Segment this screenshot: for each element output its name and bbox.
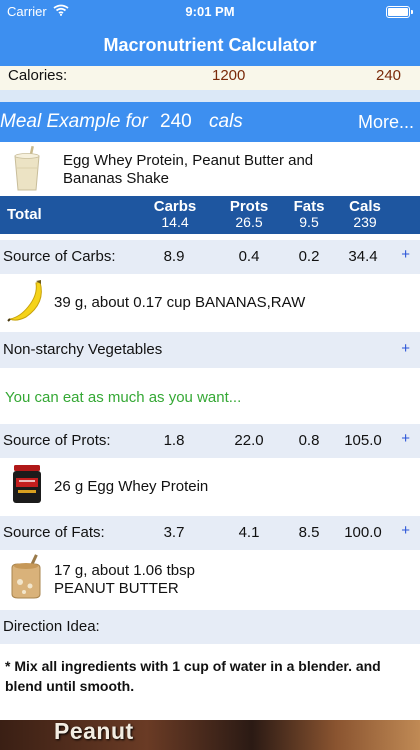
spacer bbox=[0, 368, 420, 380]
vegetables-row[interactable]: Non-starchy Vegetables + bbox=[0, 332, 420, 368]
direction-label-row: Direction Idea: bbox=[0, 610, 420, 644]
fats-food-line1: 17 g, about 1.06 tbsp bbox=[54, 562, 195, 579]
peanut-butter-jar-icon bbox=[8, 554, 44, 604]
more-button[interactable]: More... bbox=[358, 112, 414, 133]
fats-total: Fats 9.5 bbox=[279, 199, 339, 230]
calories-label: Calories: bbox=[8, 67, 68, 84]
fats-food-item[interactable]: 17 g, about 1.06 tbsp PEANUT BUTTER bbox=[0, 550, 420, 606]
cals-total: Cals 239 bbox=[335, 199, 395, 230]
nav-title: Macronutrient Calculator bbox=[0, 24, 420, 66]
prots-header: Prots bbox=[229, 198, 269, 215]
prots-food-text: 26 g Egg Whey Protein bbox=[54, 478, 209, 495]
prots-source-label: Source of Prots: bbox=[3, 432, 111, 449]
vegetables-label: Non-starchy Vegetables bbox=[3, 341, 163, 358]
carbs-source-cals: 34.4 bbox=[348, 248, 378, 265]
add-vegetables-button[interactable]: + bbox=[401, 340, 410, 357]
meal-name-row: Egg Whey Protein, Peanut Butter and Bana… bbox=[0, 142, 420, 196]
section-divider bbox=[0, 90, 420, 102]
totals-label: Total bbox=[7, 206, 42, 223]
prots-total-value: 26.5 bbox=[235, 214, 263, 230]
fats-total-value: 9.5 bbox=[299, 214, 319, 230]
prots-source-fats: 0.8 bbox=[298, 432, 320, 449]
add-prots-button[interactable]: + bbox=[401, 430, 410, 447]
fats-source-cals: 100.0 bbox=[344, 524, 382, 541]
vegetables-note: You can eat as much as you want... bbox=[0, 380, 420, 414]
carbs-source-label: Source of Carbs: bbox=[3, 248, 116, 265]
battery-icon bbox=[386, 6, 413, 18]
status-bar: Carrier 9:01 PM bbox=[0, 0, 420, 24]
protein-tub-icon bbox=[10, 463, 44, 509]
fats-source-label: Source of Fats: bbox=[3, 524, 105, 541]
meal-header: Meal Example for 240 cals More... bbox=[0, 102, 420, 142]
fats-source-row[interactable]: Source of Fats: 3.7 4.1 8.5 100.0 + bbox=[0, 516, 420, 550]
fats-source-carbs: 3.7 bbox=[163, 524, 185, 541]
meal-photo: Peanut bbox=[0, 720, 420, 750]
fats-source-fats: 8.5 bbox=[298, 524, 320, 541]
calories-row: Calories: 1200 240 bbox=[0, 66, 420, 90]
carbs-source-carbs: 8.9 bbox=[163, 248, 185, 265]
status-time: 9:01 PM bbox=[185, 4, 235, 19]
prots-source-cals: 105.0 bbox=[344, 432, 382, 449]
prots-source-row[interactable]: Source of Prots: 1.8 22.0 0.8 105.0 + bbox=[0, 424, 420, 458]
prots-source-prots: 22.0 bbox=[234, 432, 264, 449]
carbs-total-value: 14.4 bbox=[161, 214, 189, 230]
add-fats-button[interactable]: + bbox=[401, 522, 410, 539]
fats-source-prots: 4.1 bbox=[238, 524, 260, 541]
meal-header-unit: cals bbox=[209, 111, 243, 132]
direction-text: * Mix all ingredients with 1 cup of wate… bbox=[5, 658, 381, 694]
cals-total-value: 239 bbox=[353, 214, 377, 230]
carbs-source-row[interactable]: Source of Carbs: 8.9 0.4 0.2 34.4 + bbox=[0, 240, 420, 274]
banana-icon bbox=[6, 279, 48, 327]
fats-food-line2: PEANUT BUTTER bbox=[54, 580, 179, 597]
add-carbs-button[interactable]: + bbox=[401, 246, 410, 263]
carbs-food-text: 39 g, about 0.17 cup BANANAS,RAW bbox=[54, 294, 306, 311]
direction-label: Direction Idea: bbox=[3, 618, 100, 635]
spacer bbox=[0, 414, 420, 424]
carbs-source-prots: 0.4 bbox=[238, 248, 260, 265]
fats-header: Fats bbox=[293, 198, 325, 215]
meal-name: Egg Whey Protein, Peanut Butter and Bana… bbox=[63, 152, 314, 187]
direction-text-block: * Mix all ingredients with 1 cup of wate… bbox=[0, 644, 420, 720]
prots-food-item[interactable]: 26 g Egg Whey Protein bbox=[0, 458, 420, 510]
carbs-food-item[interactable]: 39 g, about 0.17 cup BANANAS,RAW bbox=[0, 274, 420, 328]
carbs-total: Carbs 14.4 bbox=[145, 199, 205, 230]
photo-caption: Peanut bbox=[54, 720, 134, 744]
prots-source-carbs: 1.8 bbox=[163, 432, 185, 449]
shake-icon bbox=[12, 145, 42, 197]
meal-header-cals: 240 bbox=[160, 111, 192, 132]
carbs-source-fats: 0.2 bbox=[298, 248, 320, 265]
daily-calories-value: 1200 bbox=[212, 67, 246, 84]
cals-header: Cals bbox=[349, 198, 381, 215]
prots-total: Prots 26.5 bbox=[219, 199, 279, 230]
carbs-header: Carbs bbox=[153, 198, 197, 215]
meal-calories-value: 240 bbox=[376, 67, 402, 84]
vegetables-note-text: You can eat as much as you want... bbox=[5, 389, 242, 406]
meal-header-title: Meal Example for bbox=[0, 111, 148, 132]
totals-header: Total Carbs 14.4 Prots 26.5 Fats 9.5 Cal… bbox=[0, 196, 420, 234]
